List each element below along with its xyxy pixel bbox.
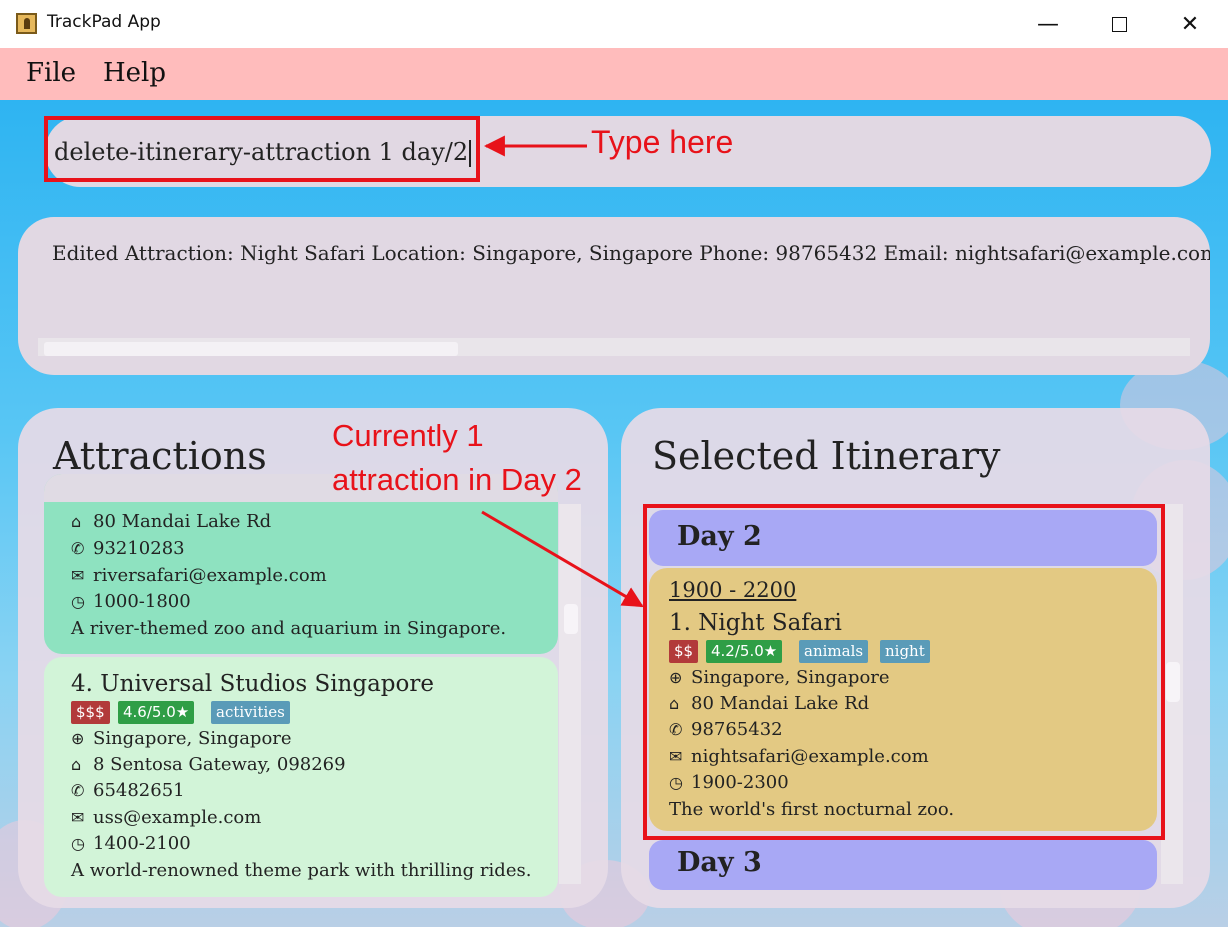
menu-bar: File Help: [0, 48, 1228, 100]
annotation-type-here: Type here: [591, 124, 734, 160]
menu-help[interactable]: Help: [103, 58, 166, 88]
phone-icon: ✆: [71, 781, 85, 800]
attraction-email: ✉ uss@example.com: [71, 807, 262, 828]
minimize-icon: —: [1037, 11, 1059, 37]
close-button[interactable]: ✕: [1155, 0, 1225, 48]
email-icon: ✉: [71, 808, 85, 827]
attraction-card[interactable]: ⌂ 80 Mandai Lake Rd ✆ 93210283 ✉ riversafar…: [44, 474, 558, 654]
attraction-address: ⌂ 8 Sentosa Gateway, 098269: [71, 754, 346, 775]
phone-icon: ✆: [71, 539, 85, 558]
attraction-hours: ◷ 1000-1800: [71, 591, 191, 612]
clock-icon: ◷: [71, 592, 85, 611]
attraction-phone: ✆ 93210283: [71, 538, 185, 559]
tag-badge: activities: [211, 701, 290, 724]
attraction-card[interactable]: 4. Universal Studios Singapore $$$ 4.6/5…: [44, 657, 558, 897]
home-icon: ⌂: [71, 755, 82, 774]
attractions-scrollbar[interactable]: [559, 504, 581, 884]
attractions-scrollbar-thumb[interactable]: [564, 604, 578, 634]
day-header[interactable]: Day 3: [649, 840, 1157, 890]
app-icon: [16, 13, 37, 34]
globe-icon: ⊕: [71, 729, 85, 748]
menu-file[interactable]: File: [26, 58, 76, 88]
clock-icon: ◷: [71, 834, 85, 853]
annotation-currently-line2: attraction in Day 2: [332, 462, 582, 497]
result-text: Edited Attraction: Night Safari Location…: [52, 241, 1210, 265]
annotation-currently-line1: Currently 1: [332, 418, 484, 453]
result-scrollbar-thumb[interactable]: [44, 342, 458, 356]
itinerary-scrollbar-thumb[interactable]: [1166, 662, 1180, 702]
annotation-command-highlight: [44, 116, 480, 182]
title-bar: TrackPad App — ✕: [0, 0, 1228, 48]
attraction-email: ✉ riversafari@example.com: [71, 565, 327, 586]
result-display: Edited Attraction: Night Safari Location…: [18, 217, 1210, 375]
home-icon: ⌂: [71, 512, 82, 531]
attraction-location: ⊕ Singapore, Singapore: [71, 728, 292, 749]
attraction-address: ⌂ 80 Mandai Lake Rd: [71, 511, 272, 532]
annotation-itinerary-highlight: [643, 504, 1165, 840]
window-title: TrackPad App: [47, 12, 161, 32]
attraction-phone: ✆ 65482651: [71, 780, 185, 801]
itinerary-title: Selected Itinerary: [652, 434, 1001, 478]
attraction-name: 4. Universal Studios Singapore: [71, 671, 434, 697]
rating-badge: 4.6/5.0★: [118, 701, 195, 724]
maximize-button[interactable]: [1084, 0, 1154, 48]
maximize-icon: [1111, 16, 1127, 32]
email-icon: ✉: [71, 566, 85, 585]
price-badge: $$$: [71, 701, 110, 724]
close-icon: ✕: [1180, 11, 1200, 37]
minimize-button[interactable]: —: [1013, 0, 1083, 48]
attractions-title: Attractions: [53, 434, 267, 478]
day-label: Day 3: [677, 847, 762, 878]
attraction-hours: ◷ 1400-2100: [71, 833, 191, 854]
attraction-description: A world-renowned theme park with thrilli…: [71, 860, 532, 881]
attraction-description: A river-themed zoo and aquarium in Singa…: [71, 618, 507, 639]
